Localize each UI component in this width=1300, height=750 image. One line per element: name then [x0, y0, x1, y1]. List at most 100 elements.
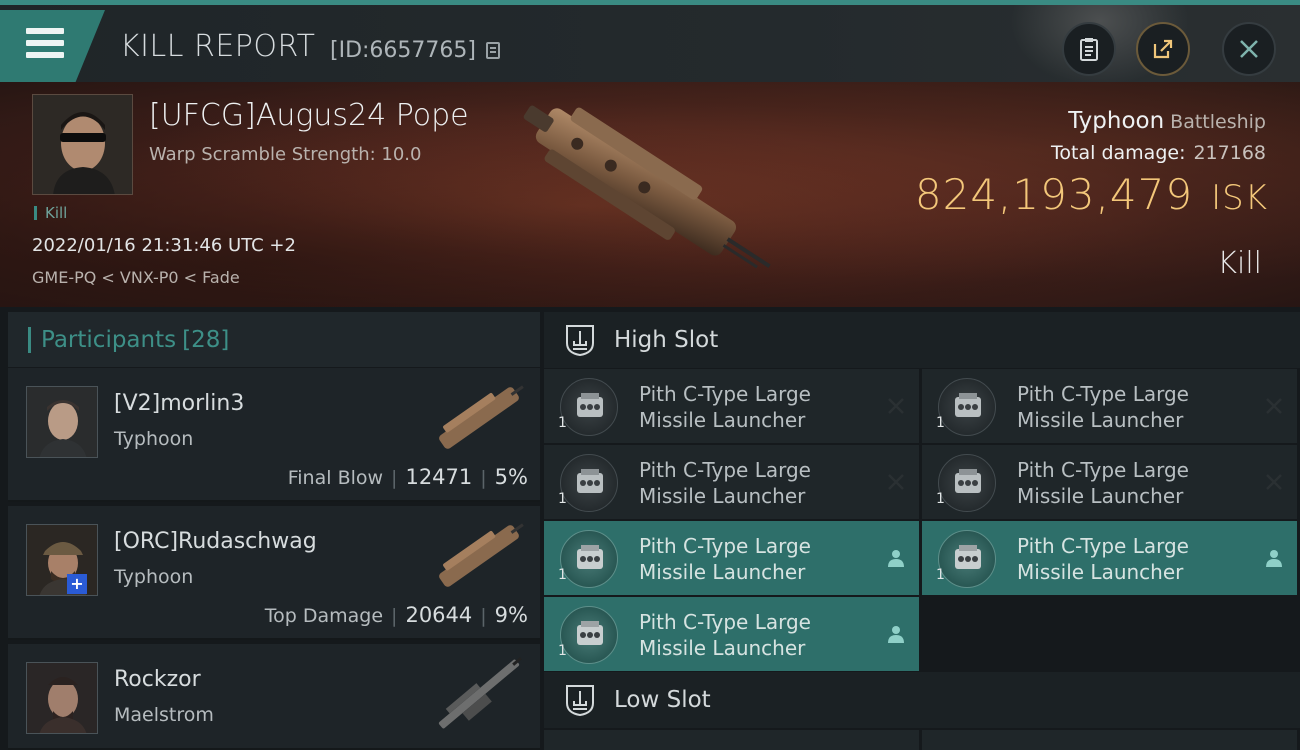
- menu-button[interactable]: [0, 10, 105, 82]
- participant-damage: 12471: [405, 465, 473, 489]
- module-name-line2: Missile Launcher: [639, 484, 806, 508]
- participants-label: Participants: [41, 326, 177, 353]
- participant-damage: 20644: [405, 603, 473, 627]
- participants-panel: Participants [28] [V2]morlin3 Typhoon Fi…: [8, 312, 540, 750]
- module-name-line2: Missile Launcher: [1017, 408, 1184, 432]
- module-quantity: 1: [936, 491, 945, 507]
- kill-result: Kill: [1217, 246, 1262, 281]
- destroyed-icon: [888, 398, 904, 414]
- module-name-line1: Pith C-Type Large: [1017, 458, 1189, 482]
- participant-percent: 5%: [494, 465, 528, 489]
- pilot-portrait-image: [27, 387, 97, 457]
- pilot-portrait-image: [27, 663, 97, 733]
- clipboard-button[interactable]: [1062, 22, 1116, 76]
- participants-header[interactable]: Participants [28]: [8, 312, 540, 367]
- isk-amount: 824,193,479: [914, 170, 1194, 219]
- copy-id-icon[interactable]: [486, 42, 500, 59]
- module-item-partial[interactable]: [922, 730, 1297, 750]
- participant-name[interactable]: Rockzor: [114, 667, 201, 692]
- low-slot-title: Low Slot: [614, 687, 711, 713]
- victim-name[interactable]: [UFCG]Augus24 Pope: [149, 98, 469, 133]
- victim-portrait[interactable]: [32, 94, 133, 195]
- missile-launcher-icon: [560, 606, 618, 664]
- module-name: Pith C-Type Large Missile Launcher: [639, 457, 811, 509]
- participant-ship: Maelstrom: [114, 704, 214, 726]
- header-accent-bar: [28, 326, 31, 353]
- participant-percent: 9%: [494, 603, 528, 627]
- total-damage: Total damage: 217168: [1051, 142, 1266, 164]
- close-button[interactable]: [1222, 22, 1276, 76]
- participant-ship: Typhoon: [114, 428, 194, 450]
- module-name-line2: Missile Launcher: [1017, 560, 1184, 584]
- module-quantity: 1: [936, 415, 945, 431]
- module-name: Pith C-Type Large Missile Launcher: [1017, 457, 1189, 509]
- dropped-person-icon: [888, 626, 904, 643]
- module-name-line1: Pith C-Type Large: [639, 458, 811, 482]
- module-item[interactable]: 1 Pith C-Type Large Missile Launcher: [544, 521, 919, 595]
- module-quantity: 1: [936, 567, 945, 583]
- destroyed-icon: [1266, 398, 1282, 414]
- top-bar: KILL REPORT [ID:6657765]: [0, 0, 1300, 87]
- participant-name[interactable]: [V2]morlin3: [114, 391, 244, 416]
- missile-launcher-icon: [938, 454, 996, 512]
- pilot-portrait-image: [33, 95, 132, 194]
- kill-tag: Kill: [34, 206, 67, 221]
- participant-ship-image: [439, 385, 524, 449]
- page-title: KILL REPORT: [120, 29, 316, 64]
- victim-ship-image[interactable]: [500, 92, 800, 302]
- isk-unit: ISK: [1211, 178, 1268, 218]
- participant-portrait[interactable]: [26, 662, 98, 734]
- low-slot-icon: [566, 685, 594, 717]
- dropped-person-icon: [888, 550, 904, 567]
- module-name: Pith C-Type Large Missile Launcher: [639, 533, 811, 585]
- module-name: Pith C-Type Large Missile Launcher: [1017, 381, 1189, 433]
- module-name-line2: Missile Launcher: [639, 636, 806, 660]
- participant-card[interactable]: [V2]morlin3 Typhoon Final Blow | 12471 | 5%: [8, 368, 540, 502]
- participant-role: Top Damage: [264, 605, 384, 627]
- destroyed-icon: [888, 474, 904, 490]
- module-quantity: 1: [558, 491, 567, 507]
- pilot-portrait-image: [27, 525, 97, 595]
- module-item[interactable]: 1 Pith C-Type Large Missile Launcher: [922, 445, 1297, 519]
- victim-ship-class: Battleship: [1170, 111, 1266, 133]
- module-item-partial[interactable]: [544, 730, 919, 750]
- participant-ship-image: [439, 523, 524, 587]
- participants-count: [28]: [182, 326, 230, 353]
- low-slot-header: Low Slot: [544, 672, 1300, 728]
- missile-launcher-icon: [560, 530, 618, 588]
- victim-ship-name[interactable]: Typhoon: [1068, 108, 1164, 134]
- kill-datetime: 2022/01/16 21:31:46 UTC +2: [32, 235, 296, 256]
- module-item[interactable]: 1 Pith C-Type Large Missile Launcher: [922, 369, 1297, 443]
- missile-launcher-icon: [560, 378, 618, 436]
- participant-card[interactable]: Rockzor Maelstrom: [8, 644, 540, 750]
- module-item[interactable]: 1 Pith C-Type Large Missile Launcher: [544, 597, 919, 671]
- victim-ship-type: Typhoon Battleship: [1068, 108, 1266, 134]
- missile-launcher-icon: [938, 530, 996, 588]
- module-name-line1: Pith C-Type Large: [1017, 382, 1189, 406]
- participant-card[interactable]: + [ORC]Rudaschwag Typhoon Top Damage | 206…: [8, 506, 540, 640]
- participant-ship: Typhoon: [114, 566, 194, 588]
- isk-value: 824,193,479 ISK: [915, 170, 1268, 219]
- module-name: Pith C-Type Large Missile Launcher: [639, 381, 811, 433]
- missile-launcher-icon: [560, 454, 618, 512]
- module-name-line2: Missile Launcher: [639, 408, 806, 432]
- participant-name[interactable]: [ORC]Rudaschwag: [114, 529, 317, 554]
- participant-portrait[interactable]: [26, 524, 98, 596]
- share-icon: [1153, 39, 1173, 59]
- module-item[interactable]: 1 Pith C-Type Large Missile Launcher: [544, 445, 919, 519]
- participant-portrait[interactable]: [26, 386, 98, 458]
- plus-badge-icon: +: [67, 574, 87, 594]
- module-item[interactable]: 1 Pith C-Type Large Missile Launcher: [922, 521, 1297, 595]
- report-id: [ID:6657765]: [330, 38, 476, 63]
- destroyed-icon: [1266, 474, 1282, 490]
- module-name-line2: Missile Launcher: [639, 560, 806, 584]
- share-button[interactable]: [1136, 22, 1190, 76]
- participant-ship-image: [438, 657, 522, 729]
- kill-route: GME-PQ < VNX-P0 < Fade: [32, 268, 240, 287]
- module-name: Pith C-Type Large Missile Launcher: [1017, 533, 1189, 585]
- high-slot-title: High Slot: [614, 327, 719, 353]
- participant-role: Final Blow: [287, 467, 384, 489]
- victim-banner: [UFCG]Augus24 Pope Warp Scramble Strengt…: [0, 82, 1300, 307]
- module-item[interactable]: 1 Pith C-Type Large Missile Launcher: [544, 369, 919, 443]
- module-name-line1: Pith C-Type Large: [1017, 534, 1189, 558]
